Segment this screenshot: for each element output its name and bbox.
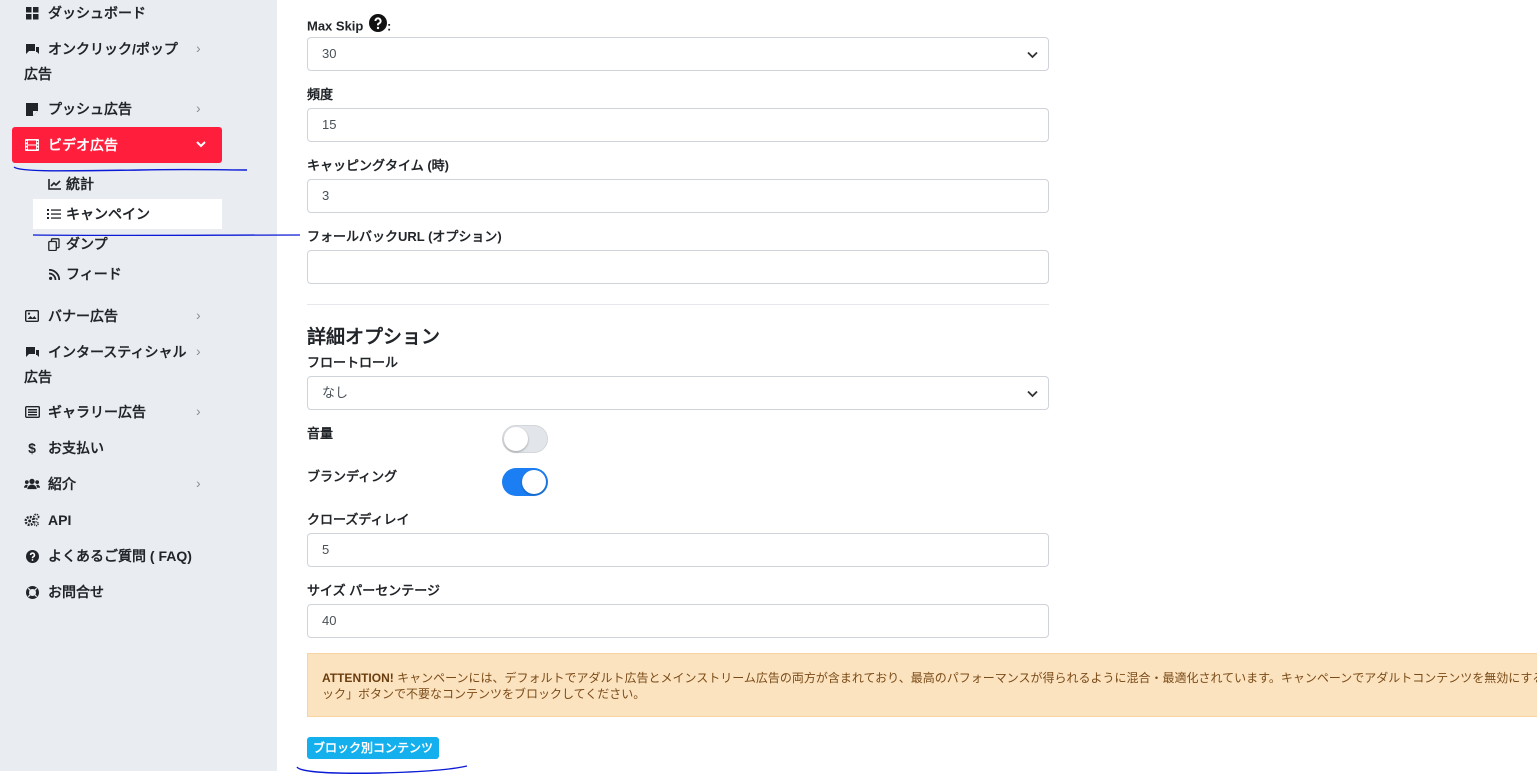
popup-icon: [24, 40, 40, 58]
chevron-right-icon: ›: [196, 100, 201, 116]
max-skip-label-row: Max Skip :: [307, 14, 392, 38]
capping-time-label: キャッピングタイム (時): [307, 158, 450, 173]
max-skip-value: 30: [322, 46, 337, 61]
sidebar: ダッシュボード オンクリック/ポップ 広告 › プッシュ広告 › ビデオ広告 統…: [0, 0, 277, 771]
alert-text-1: キャンペーンには、デフォルトでアダルト広告とメインストリーム広告の両方が含まれて…: [393, 671, 1537, 685]
chevron-right-icon: ›: [196, 343, 201, 359]
chart-line-icon: [47, 176, 61, 192]
max-skip-label: Max Skip: [307, 18, 364, 34]
branding-toggle[interactable]: [502, 468, 548, 496]
push-icon: [24, 100, 40, 118]
copy-icon: [47, 236, 61, 252]
sidebar-item-label: よくあるご質問 ( FAQ): [48, 548, 192, 564]
sidebar-item-dashboard[interactable]: ダッシュボード: [12, 4, 222, 22]
sidebar-subitem-label: 統計: [66, 176, 94, 192]
max-skip-select[interactable]: 30: [307, 37, 1049, 71]
close-delay-value: 5: [322, 542, 330, 557]
sidebar-subitem-campaigns[interactable]: キャンペイン: [33, 199, 222, 229]
alert-strong: ATTENTION!: [322, 671, 394, 685]
chevron-down-icon: [1027, 38, 1038, 72]
sidebar-item-label: ダッシュボード: [48, 5, 146, 21]
size-percentage-input[interactable]: 40: [307, 604, 1049, 638]
sidebar-subitem-label: フィード: [66, 266, 122, 282]
sidebar-item-payments[interactable]: $ お支払い: [12, 439, 222, 457]
sidebar-subitem-label: キャンペイン: [66, 206, 150, 222]
block-content-button[interactable]: ブロック別コンテンツ: [307, 737, 439, 759]
sidebar-subitem-dump[interactable]: ダンプ: [33, 229, 222, 259]
sidebar-item-video-ads[interactable]: ビデオ広告: [12, 127, 222, 163]
volume-toggle[interactable]: [502, 425, 548, 453]
toggle-knob: [522, 470, 546, 494]
alert-line-1: ATTENTION! キャンペーンには、デフォルトでアダルト広告とメインストリー…: [322, 670, 1537, 686]
dashboard-icon: [24, 4, 40, 22]
sidebar-item-label-line2: 広告: [24, 66, 52, 82]
sidebar-item-referral[interactable]: 紹介 ›: [12, 475, 222, 493]
sidebar-item-label: API: [48, 512, 72, 528]
interstitial-icon: [24, 343, 40, 361]
chevron-right-icon: ›: [196, 475, 201, 491]
branding-label: ブランディング: [307, 469, 398, 484]
lifebuoy-icon: [24, 583, 40, 601]
sidebar-item-faq[interactable]: よくあるご質問 ( FAQ): [12, 547, 222, 565]
dollar-icon: $: [28, 440, 36, 456]
chevron-down-icon: [196, 136, 206, 152]
gallery-icon: [24, 403, 40, 421]
sidebar-item-label: 紹介: [48, 476, 76, 492]
frontroll-value: なし: [322, 385, 349, 400]
divider: [307, 304, 1049, 305]
attention-alert: ATTENTION! キャンペーンには、デフォルトでアダルト広告とメインストリー…: [307, 653, 1537, 717]
list-icon: [47, 206, 61, 222]
sidebar-subitem-feed[interactable]: フィード: [33, 259, 222, 289]
image-icon: [24, 307, 40, 325]
sidebar-item-label: お問合せ: [48, 584, 104, 600]
capping-time-value: 3: [322, 188, 330, 203]
sidebar-item-contact[interactable]: お問合せ: [12, 583, 222, 601]
sidebar-item-api[interactable]: API: [12, 511, 222, 529]
sidebar-item-onclick-pop[interactable]: オンクリック/ポップ 広告 ›: [12, 40, 222, 84]
sidebar-item-label: オンクリック/ポップ: [48, 41, 178, 57]
sidebar-item-label: お支払い: [48, 440, 104, 456]
chevron-right-icon: ›: [196, 40, 201, 56]
fallback-url-input[interactable]: [307, 250, 1049, 284]
sidebar-item-label: ギャラリー広告: [48, 404, 146, 420]
sidebar-subitem-label: ダンプ: [66, 236, 108, 252]
capping-time-input[interactable]: 3: [307, 179, 1049, 213]
volume-label: 音量: [307, 426, 334, 441]
max-skip-colon: :: [386, 18, 392, 34]
sidebar-item-banner[interactable]: バナー広告 ›: [12, 307, 222, 325]
question-icon: [24, 547, 40, 565]
film-icon: [24, 136, 40, 154]
frontroll-label: フロートロール: [307, 355, 399, 370]
sidebar-item-label: プッシュ広告: [48, 101, 132, 117]
sidebar-subitem-stats[interactable]: 統計: [33, 169, 222, 199]
size-percentage-value: 40: [322, 613, 337, 628]
sidebar-item-interstitial[interactable]: インタースティシャル 広告 ›: [12, 343, 222, 387]
rss-icon: [47, 266, 61, 282]
sidebar-item-label: インタースティシャル: [48, 344, 187, 360]
sidebar-item-label: バナー広告: [48, 308, 118, 324]
sidebar-item-label: ビデオ広告: [48, 137, 118, 153]
toggle-knob: [504, 427, 528, 451]
chevron-down-icon: [1027, 377, 1038, 411]
sidebar-item-gallery[interactable]: ギャラリー広告 ›: [12, 403, 222, 421]
cogs-icon: [24, 511, 40, 529]
chevron-right-icon: ›: [196, 307, 201, 323]
alert-text-2: ック」ボタンで不要なコンテンツをブロックしてください。: [322, 687, 646, 701]
help-icon[interactable]: [368, 14, 387, 36]
advanced-options-title: 詳細オプション: [307, 327, 441, 348]
frontroll-select[interactable]: なし: [307, 376, 1049, 410]
sidebar-item-label-line2: 広告: [24, 369, 52, 385]
close-delay-label: クローズディレイ: [307, 512, 410, 527]
users-icon: [24, 475, 40, 493]
frequency-input[interactable]: 15: [307, 108, 1049, 142]
fallback-url-label: フォールバックURL (オプション): [307, 229, 502, 244]
frequency-value: 15: [322, 117, 337, 132]
close-delay-input[interactable]: 5: [307, 533, 1049, 567]
chevron-right-icon: ›: [196, 403, 201, 419]
annotation-underline-button: [296, 765, 468, 774]
size-percentage-label: サイズ パーセンテージ: [307, 583, 440, 598]
sidebar-item-push[interactable]: プッシュ広告 ›: [12, 100, 222, 118]
frequency-label: 頻度: [307, 87, 334, 102]
